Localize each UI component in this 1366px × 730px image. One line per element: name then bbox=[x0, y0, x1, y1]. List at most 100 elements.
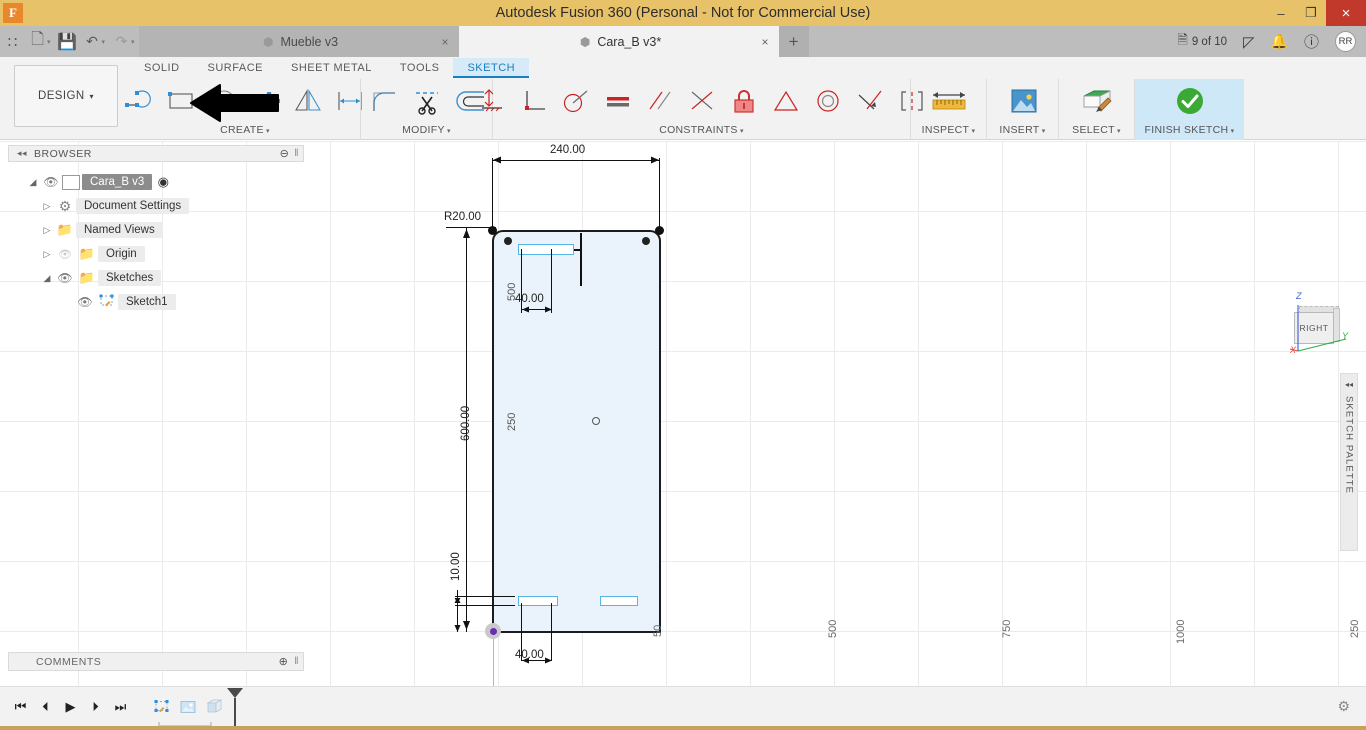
measure-ruler-icon[interactable] bbox=[919, 80, 979, 122]
document-tab-carab[interactable]: ⬢ Cara_B v3* × bbox=[458, 26, 779, 57]
horizontal-vertical-icon[interactable] bbox=[471, 80, 513, 122]
concentric-icon[interactable] bbox=[807, 80, 849, 122]
rectangle-icon[interactable] bbox=[161, 80, 203, 122]
timeline-settings-gear-icon[interactable]: ⚙ bbox=[1337, 698, 1350, 715]
panel-inspect-label[interactable]: INSPECT ▾ bbox=[922, 123, 976, 138]
visibility-hidden-eye-icon[interactable]: 👁 bbox=[54, 248, 76, 261]
dim-width-text[interactable]: 240.00 bbox=[550, 144, 585, 156]
sidebar-item-label[interactable]: Document Settings bbox=[76, 198, 190, 214]
dim-10-text[interactable]: 10.00 bbox=[450, 552, 462, 581]
tree-row-origin[interactable]: ▷ 👁 📁 Origin bbox=[8, 242, 304, 266]
maximize-button[interactable]: ❐ bbox=[1296, 0, 1326, 26]
go-to-end-button[interactable]: ⏭ bbox=[108, 687, 133, 727]
play-button[interactable]: ▶ bbox=[58, 687, 83, 727]
slot-top[interactable] bbox=[518, 244, 574, 255]
expander-icon[interactable]: ▷ bbox=[40, 225, 54, 236]
comments-grip-icon[interactable]: ‖ bbox=[294, 656, 299, 667]
collinear-icon[interactable] bbox=[849, 80, 891, 122]
sidebar-item-label[interactable]: Sketches bbox=[98, 270, 162, 286]
bell-icon[interactable]: 🔔 bbox=[1263, 26, 1296, 57]
add-comment-icon[interactable]: ⊕ bbox=[279, 655, 289, 668]
browser-options-icon[interactable]: ⊖ bbox=[280, 147, 290, 160]
sidebar-item-label[interactable]: Named Views bbox=[76, 222, 163, 238]
minimize-button[interactable]: – bbox=[1266, 0, 1296, 26]
tab-tools[interactable]: TOOLS bbox=[386, 58, 454, 78]
expander-icon[interactable]: ▷ bbox=[40, 201, 54, 212]
dim-250-text[interactable]: 250 bbox=[506, 413, 518, 431]
trim-icon[interactable] bbox=[406, 80, 448, 122]
step-forward-button[interactable]: ⏵ bbox=[83, 687, 108, 727]
redo-caret-icon[interactable]: ▾ bbox=[131, 38, 135, 46]
avatar[interactable]: RR bbox=[1327, 26, 1358, 57]
panel-constraints-label[interactable]: CONSTRAINTS ▾ bbox=[659, 123, 744, 138]
spline-icon[interactable] bbox=[245, 80, 287, 122]
slot-bottom-left[interactable] bbox=[518, 596, 558, 606]
select-paint-icon[interactable] bbox=[1067, 80, 1127, 122]
tree-row-named-views[interactable]: ▷ 📁 Named Views bbox=[8, 218, 304, 242]
symmetry-icon[interactable] bbox=[765, 80, 807, 122]
tree-row-sketch1[interactable]: 👁 Sketch1 bbox=[8, 290, 304, 314]
circle-icon[interactable] bbox=[203, 80, 245, 122]
undo-caret-icon[interactable]: ▾ bbox=[102, 38, 106, 46]
green-check-icon[interactable] bbox=[1160, 80, 1220, 122]
tab-sheet-metal[interactable]: SHEET METAL bbox=[277, 58, 386, 78]
tree-row-document-settings[interactable]: ▷ ⚙ Document Settings bbox=[8, 194, 304, 218]
jobs-status[interactable]: 🗎 9 of 10 bbox=[1169, 26, 1235, 57]
step-back-button[interactable]: ⏴ bbox=[33, 687, 58, 727]
hole-top-left[interactable] bbox=[504, 237, 512, 245]
close-icon[interactable]: × bbox=[762, 35, 769, 49]
arc-icon[interactable] bbox=[119, 80, 161, 122]
center-point-marker[interactable] bbox=[592, 417, 600, 425]
dim-40top-text[interactable]: 40.00 bbox=[515, 293, 544, 305]
collapse-icon[interactable]: ◂◂ bbox=[17, 148, 27, 159]
sidebar-item-label[interactable]: Origin bbox=[98, 246, 145, 262]
timeline-marker[interactable] bbox=[223, 684, 247, 730]
save-icon[interactable]: 💾 bbox=[55, 26, 80, 57]
panel-finish-sketch[interactable]: FINISH SKETCH ▾ bbox=[1134, 79, 1244, 140]
mirror-icon[interactable] bbox=[287, 80, 329, 122]
close-icon[interactable]: × bbox=[442, 35, 449, 49]
new-tab-button[interactable]: + bbox=[778, 26, 809, 57]
tree-row-component[interactable]: ◢ 👁 Cara_B v3 ◉ bbox=[8, 170, 304, 194]
expander-icon[interactable]: ◢ bbox=[40, 273, 54, 284]
new-file-caret-icon[interactable]: ▾ bbox=[47, 38, 51, 46]
browser-grip-icon[interactable]: ‖ bbox=[294, 148, 299, 159]
sidebar-item-label[interactable]: Cara_B v3 bbox=[82, 174, 153, 190]
hole-top-right[interactable] bbox=[642, 237, 650, 245]
equal-icon[interactable] bbox=[597, 80, 639, 122]
dim-40bot-text[interactable]: 40.00 bbox=[515, 649, 544, 661]
expander-icon[interactable]: ◢ bbox=[26, 177, 40, 188]
workspace-selector[interactable]: DESIGN ▾ bbox=[14, 65, 118, 127]
expander-icon[interactable]: ▷ bbox=[40, 249, 54, 260]
visibility-eye-icon[interactable]: 👁 bbox=[54, 271, 76, 285]
tab-surface[interactable]: SURFACE bbox=[194, 58, 277, 78]
fillet-icon[interactable] bbox=[364, 80, 406, 122]
coincident-icon[interactable] bbox=[681, 80, 723, 122]
close-button[interactable]: × bbox=[1326, 0, 1366, 26]
app-grid-icon[interactable]: ∷ bbox=[0, 26, 25, 57]
slot-bottom-right[interactable] bbox=[600, 596, 638, 606]
panel-create-label[interactable]: CREATE ▾ bbox=[220, 123, 270, 138]
dim-radius-text[interactable]: R20.00 bbox=[444, 211, 481, 223]
sidebar-item-label[interactable]: Sketch1 bbox=[118, 294, 176, 310]
origin-point[interactable] bbox=[485, 623, 501, 639]
help-icon[interactable]: ⓘ bbox=[1296, 26, 1327, 57]
history-icon[interactable]: ◸ bbox=[1235, 26, 1263, 57]
go-to-beginning-button[interactable]: ⏮ bbox=[8, 687, 33, 727]
tab-sketch[interactable]: SKETCH bbox=[453, 58, 530, 78]
document-tab-mueble[interactable]: ⬢ Mueble v3 × bbox=[138, 26, 459, 57]
visibility-eye-icon[interactable]: 👁 bbox=[74, 295, 96, 309]
panel-select-label[interactable]: SELECT ▾ bbox=[1072, 123, 1121, 138]
sketch-palette-tab[interactable]: ◂◂ SKETCH PALETTE bbox=[1340, 373, 1358, 551]
fix-lock-icon[interactable] bbox=[723, 80, 765, 122]
tree-row-sketches[interactable]: ◢ 👁 📁 Sketches bbox=[8, 266, 304, 290]
perpendicular-icon[interactable] bbox=[513, 80, 555, 122]
parallel-icon[interactable] bbox=[639, 80, 681, 122]
collapse-icon[interactable]: ◂◂ bbox=[1345, 380, 1353, 389]
tangent-icon[interactable] bbox=[555, 80, 597, 122]
dim-height-text[interactable]: 600.00 bbox=[460, 406, 472, 441]
tab-solid[interactable]: SOLID bbox=[130, 58, 194, 78]
insert-image-icon[interactable] bbox=[993, 80, 1053, 122]
visibility-eye-icon[interactable]: 👁 bbox=[40, 175, 62, 189]
panel-finish-sketch-label[interactable]: FINISH SKETCH ▾ bbox=[1145, 123, 1235, 138]
